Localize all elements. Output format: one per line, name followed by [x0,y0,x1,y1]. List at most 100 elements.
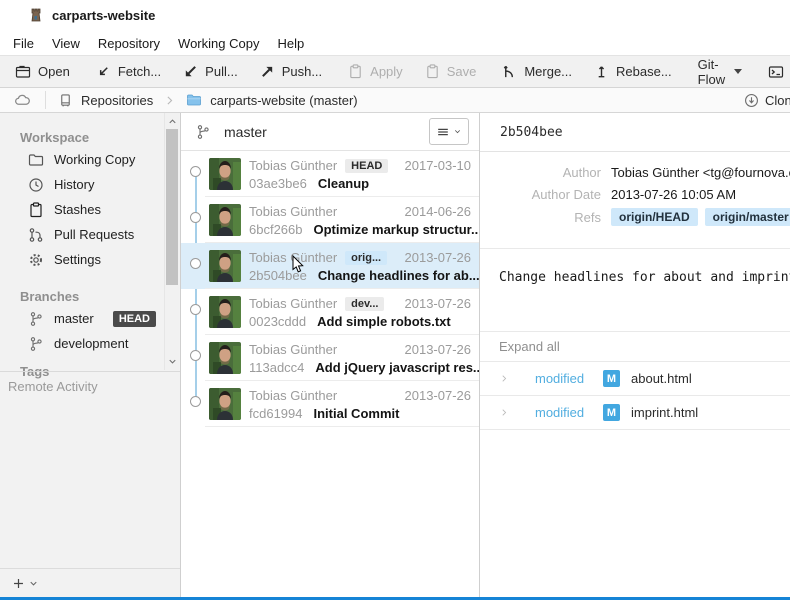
push-arrow-icon [260,64,275,79]
menu-help[interactable]: Help [268,32,313,55]
avatar [209,296,241,328]
menu-file[interactable]: File [4,32,43,55]
scrollbar-thumb[interactable] [166,129,178,285]
graph-node-icon [190,304,201,315]
sidebar-item-branch-development[interactable]: development [0,331,180,356]
avatar [209,250,241,282]
commit-list-panel: master Tobias Günther HEAD 2017-03-10 [181,113,479,597]
pull-label: Pull... [205,64,238,79]
file-status: modified [535,371,590,386]
breadcrumb-current-repo[interactable]: carparts-website (master) [186,92,357,108]
toolbar: Open Fetch... Pull... Push... Apply Save… [0,55,790,88]
file-row-imprint-html[interactable]: modified M imprint.html [480,396,790,430]
sidebar-item-history[interactable]: History [0,172,180,197]
git-flow-label: Git-Flow [698,57,725,87]
author-date-label: Author Date [480,187,601,202]
commit-message: Cleanup [318,176,369,191]
save-label: Save [447,64,477,79]
commit-ref-badge: orig... [345,251,387,265]
expand-all-button[interactable]: Expand all [499,339,560,354]
open-button[interactable]: Open [4,56,81,87]
scroll-down-icon[interactable] [167,356,178,367]
sidebar-item-stashes[interactable]: Stashes [0,197,180,222]
file-row-about-html[interactable]: modified M about.html [480,362,790,396]
menu-view[interactable]: View [43,32,89,55]
commit-author: Tobias Günther [249,296,337,311]
breadcrumb-repositories[interactable]: Repositories [58,93,153,108]
author-label: Author [480,165,601,180]
commit-row-6bcf266b[interactable]: Tobias Günther 2014-06-26 6bcf266b Optim… [181,197,479,243]
sidebar-item-settings[interactable]: Settings [0,247,180,272]
save-stash-icon [425,64,440,79]
commit-row-fcd61994[interactable]: Tobias Günther 2013-07-26 fcd61994 Initi… [181,381,479,427]
expand-chevron-icon[interactable] [499,373,509,384]
folder-icon [28,152,44,168]
avatar [209,342,241,374]
remote-activity-header: Remote Activity [8,379,98,394]
window-title: carparts-website [52,8,155,23]
branch-label: master [54,311,94,326]
author-date-value: 2013-07-26 10:05 AM [611,187,736,202]
commit-author: Tobias Günther [249,158,337,173]
ref-badge-origin-master[interactable]: origin/master [705,208,790,226]
menu-working-copy[interactable]: Working Copy [169,32,268,55]
sidebar-item-pull-requests[interactable]: Pull Requests [0,222,180,247]
commit-message: Initial Commit [314,406,400,421]
sidebar-item-label: Stashes [54,202,101,217]
apply-button[interactable]: Apply [337,56,414,87]
terminal-button[interactable]: Terminal [757,56,790,87]
sidebar-item-working-copy[interactable]: Working Copy [0,147,180,172]
sidebar-item-branch-master[interactable]: master HEAD [0,306,180,331]
detail-divider [480,248,790,249]
commit-ref-badge: HEAD [345,159,388,173]
commit-message: Add simple robots.txt [317,314,451,329]
file-status: modified [535,405,590,420]
ref-badge-origin-head[interactable]: origin/HEAD [611,208,698,226]
commit-message: Change headlines for ab... [318,268,480,283]
branch-icon [28,311,44,327]
refs-label: Refs [480,210,601,225]
add-repository-caret-icon[interactable] [28,578,39,589]
commit-author: Tobias Günther [249,204,337,219]
save-button[interactable]: Save [414,56,488,87]
avatar [209,388,241,420]
menu-repository[interactable]: Repository [89,32,169,55]
merge-label: Merge... [524,64,572,79]
add-repository-plus-icon[interactable] [12,577,25,590]
changed-files-list: modified M about.html modified M imprint… [480,362,790,430]
modified-badge: M [603,370,620,387]
pull-button[interactable]: Pull... [172,56,249,87]
commit-row-03ae3be6[interactable]: Tobias Günther HEAD 2017-03-10 03ae3be6 … [181,151,479,197]
commit-author: Tobias Günther [249,388,337,403]
repositories-label: Repositories [81,93,153,108]
fetch-button[interactable]: Fetch... [85,56,172,87]
commit-row-0023cddd[interactable]: Tobias Günther dev... 2013-07-26 0023cdd… [181,289,479,335]
cloud-icon[interactable] [14,92,31,109]
detail-divider [480,331,790,332]
modified-badge: M [603,404,620,421]
commit-row-2b504bee-selected[interactable]: Tobias Günther orig... 2013-07-26 2b504b… [181,243,479,289]
graph-node-icon [190,166,201,177]
pull-arrow-icon [183,64,198,79]
git-flow-button[interactable]: Git-Flow [687,56,753,87]
commit-date: 2013-07-26 [405,342,472,357]
stash-clipboard-icon [28,202,44,218]
merge-icon [502,64,517,79]
breadcrumb-bar: Repositories carparts-website (master) C… [0,88,790,113]
chevron-down-icon [453,127,462,136]
scroll-up-icon[interactable] [167,116,178,127]
merge-button[interactable]: Merge... [491,56,583,87]
sidebar-scrollbar[interactable] [164,113,179,370]
rebase-button[interactable]: Rebase... [583,56,683,87]
list-options-button[interactable] [429,118,469,145]
breadcrumb-divider [45,91,46,109]
commit-row-113adcc4[interactable]: Tobias Günther 2013-07-26 113adcc4 Add j… [181,335,479,381]
branch-icon [28,336,44,352]
avatar [209,158,241,190]
clone-button[interactable]: Clone [744,88,790,113]
push-button[interactable]: Push... [249,56,333,87]
commit-author: Tobias Günther [249,342,337,357]
main-area: Workspace Working Copy History Stashes P… [0,113,790,597]
rebase-icon [594,64,609,79]
expand-chevron-icon[interactable] [499,407,509,418]
